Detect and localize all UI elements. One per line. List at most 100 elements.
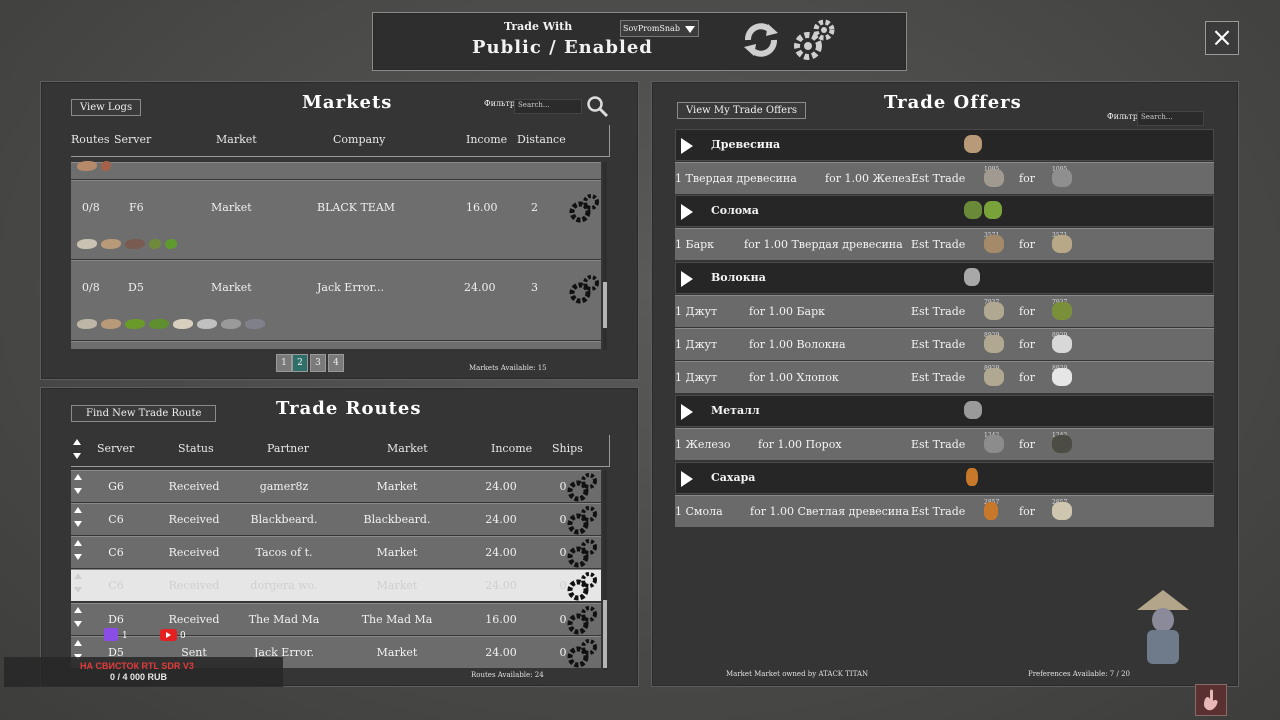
settings-gears-icon[interactable] [791, 16, 837, 62]
market-row-partial[interactable] [71, 341, 601, 349]
move-up-icon[interactable] [74, 507, 82, 513]
market-routes: 0/8 [82, 281, 100, 294]
offer-row[interactable]: 1 Джут for 1.00 Барк Est Trade 7937 for … [675, 295, 1214, 327]
move-up-icon[interactable] [74, 640, 82, 646]
move-up-icon[interactable] [74, 573, 82, 579]
route-income: 16.00 [485, 613, 517, 626]
category-row[interactable]: Волокна [675, 262, 1214, 294]
reorder-arrows[interactable] [74, 507, 84, 533]
page-2-button[interactable]: 2 [292, 354, 308, 372]
company-select[interactable]: SovPromSnab [620, 20, 699, 37]
category-row[interactable]: Сахара [675, 462, 1214, 494]
close-button[interactable]: × [1205, 21, 1239, 55]
expand-icon[interactable] [681, 471, 693, 487]
routes-header-frame [609, 435, 610, 467]
reorder-arrows[interactable] [74, 573, 84, 599]
youtube-icon [160, 629, 177, 641]
route-status: Received [168, 480, 220, 493]
category-row[interactable]: Металл [675, 395, 1214, 427]
log-icon [984, 169, 1004, 187]
sort-up-icon[interactable] [73, 439, 81, 445]
offer-row[interactable]: 1 Джут for 1.00 Хлопок Est Trade 8929 fo… [675, 361, 1214, 393]
find-trade-route-button[interactable]: Find New Trade Route [71, 405, 217, 422]
jute-icon [984, 368, 1004, 386]
offer-row[interactable]: 1 Барк for 1.00 Твердая древесина Est Tr… [675, 228, 1214, 260]
expand-icon[interactable] [681, 271, 693, 287]
bone-icon [173, 319, 193, 329]
market-server: D5 [128, 281, 144, 294]
sap-icon [984, 502, 998, 520]
markets-scrollbar[interactable] [603, 162, 607, 350]
route-server: D6 [108, 613, 124, 626]
route-settings-icon[interactable] [567, 605, 597, 635]
move-up-icon[interactable] [74, 540, 82, 546]
col-status: Status [178, 442, 214, 455]
wood-icon [1052, 502, 1072, 520]
market-settings-icon[interactable] [569, 274, 599, 304]
offers-search-input[interactable]: Search... [1137, 111, 1204, 126]
bark-icon [984, 235, 1004, 253]
move-up-icon[interactable] [74, 607, 82, 613]
view-my-trade-offers-button[interactable]: View My Trade Offers [677, 102, 807, 119]
route-row[interactable]: C6 Received Blackbeard. Blackbeard. 24.0… [71, 503, 601, 535]
search-icon[interactable] [586, 95, 610, 119]
category-row[interactable]: Солома [675, 195, 1214, 227]
offer-est: Est Trade [911, 338, 966, 351]
refresh-icon[interactable] [740, 20, 782, 60]
route-row[interactable]: D6 Received The Mad Ma The Mad Ma 16.00 … [71, 603, 601, 635]
hand-button[interactable] [1195, 684, 1227, 716]
reorder-arrows[interactable] [74, 540, 84, 566]
route-row[interactable]: C6 Received Tacos of t. Market 24.00 0 [71, 536, 601, 568]
move-down-icon[interactable] [74, 488, 82, 494]
category-name: Сахара [711, 471, 756, 484]
market-row-partial[interactable] [71, 161, 601, 179]
offer-row[interactable]: 1 Твердая древесина for 1.00 Желез Est T… [675, 162, 1214, 194]
route-row[interactable]: G6 Received gamer8z Market 24.00 0 [71, 470, 601, 502]
offer-for: for [1019, 305, 1035, 318]
markets-scroll-thumb[interactable] [603, 282, 607, 328]
offer-want: for 1.00 Волокна [749, 338, 846, 351]
reorder-arrows[interactable] [74, 474, 84, 500]
move-up-icon[interactable] [74, 474, 82, 480]
markets-search-input[interactable]: Search... [514, 99, 582, 114]
page-3-button[interactable]: 3 [310, 354, 326, 372]
move-down-icon[interactable] [74, 621, 82, 627]
route-settings-icon[interactable] [567, 571, 597, 601]
route-partner: Tacos of t. [255, 546, 313, 559]
sort-down-icon[interactable] [73, 453, 81, 459]
offer-row[interactable]: 1 Смола for 1.00 Светлая древесина Est T… [675, 495, 1214, 527]
view-logs-button[interactable]: View Logs [71, 99, 142, 116]
offer-row[interactable]: 1 Железо for 1.00 Порох Est Trade 1242 f… [675, 428, 1214, 460]
category-name: Солома [711, 204, 759, 217]
wood-icon [964, 135, 982, 153]
route-settings-icon[interactable] [567, 505, 597, 535]
routes-scroll-thumb[interactable] [603, 600, 607, 668]
expand-icon[interactable] [681, 204, 693, 220]
page-1-button[interactable]: 1 [276, 354, 292, 372]
route-settings-icon[interactable] [567, 538, 597, 568]
fiber-icon [1052, 335, 1072, 353]
move-down-icon[interactable] [74, 521, 82, 527]
expand-icon[interactable] [681, 138, 693, 154]
market-row[interactable]: 0/8 D5 Market Jack Error... 24.00 3 [71, 260, 601, 340]
route-income: 24.00 [485, 546, 517, 559]
trade-mode-label[interactable]: Public / Enabled [472, 37, 653, 58]
market-settings-icon[interactable] [569, 193, 599, 223]
market-server: F6 [129, 201, 144, 214]
offer-row[interactable]: 1 Джут for 1.00 Волокна Est Trade 8929 f… [675, 328, 1214, 360]
category-row[interactable]: Древесина [675, 129, 1214, 161]
move-down-icon[interactable] [74, 587, 82, 593]
expand-icon[interactable] [681, 404, 693, 420]
category-name: Древесина [711, 138, 781, 151]
route-ships: 0 [559, 579, 567, 592]
move-down-icon[interactable] [74, 554, 82, 560]
market-row[interactable]: 0/8 F6 Market BLACK TEAM 16.00 2 [71, 180, 601, 259]
route-settings-icon[interactable] [567, 472, 597, 502]
route-row-selected[interactable]: C6 Received dorgera wo. Market 24.00 0 [71, 569, 601, 601]
log-icon [1052, 235, 1072, 253]
route-settings-icon[interactable] [567, 638, 597, 668]
sort-arrows[interactable] [73, 439, 83, 465]
reorder-arrows[interactable] [74, 607, 84, 633]
page-4-button[interactable]: 4 [328, 354, 344, 372]
routes-scrollbar[interactable] [603, 470, 607, 670]
